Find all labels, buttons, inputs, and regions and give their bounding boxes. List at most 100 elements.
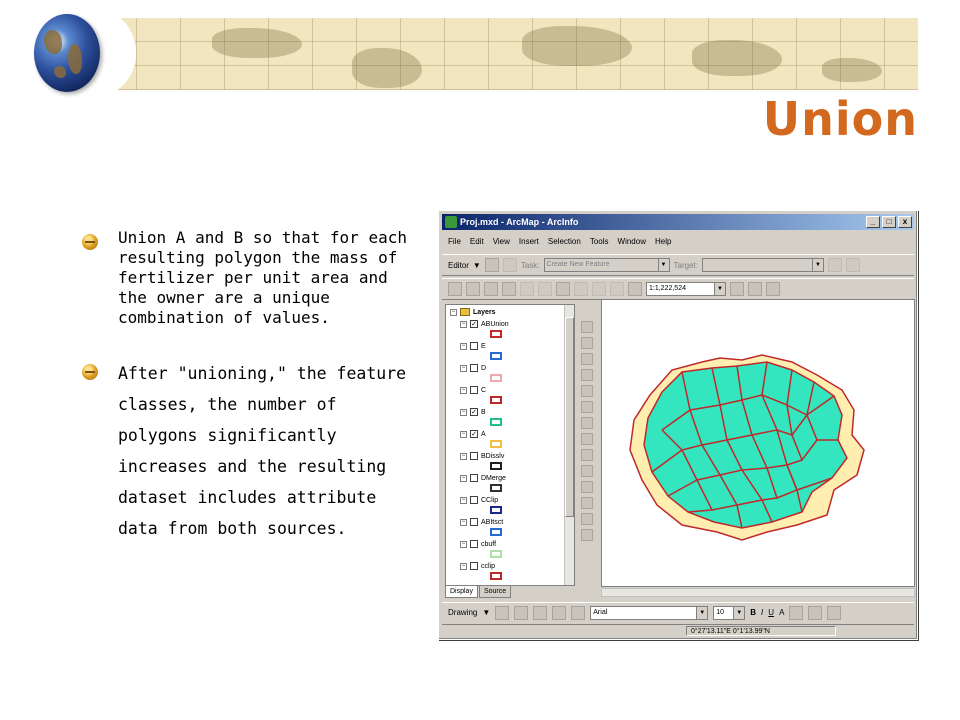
select-features-icon[interactable] bbox=[581, 449, 593, 461]
edit-vertices-icon[interactable] bbox=[571, 605, 586, 620]
menu-tools[interactable]: Tools bbox=[590, 237, 609, 246]
copy-icon[interactable] bbox=[538, 282, 552, 296]
collapse-icon[interactable]: − bbox=[460, 452, 467, 460]
layer-visibility-checkbox[interactable] bbox=[470, 364, 478, 372]
layer-visibility-checkbox[interactable] bbox=[470, 562, 478, 570]
underline-button[interactable]: U bbox=[768, 608, 774, 617]
layer-visibility-checkbox[interactable] bbox=[470, 540, 478, 548]
collapse-icon[interactable]: − bbox=[460, 386, 467, 394]
open-folder-icon[interactable] bbox=[466, 282, 480, 296]
zoom-in-icon[interactable] bbox=[581, 321, 593, 333]
font-size-select[interactable]: 10 ▼ bbox=[713, 605, 746, 620]
fixed-zoom-out-icon[interactable] bbox=[581, 369, 593, 381]
cut-icon[interactable] bbox=[520, 282, 534, 296]
collapse-icon[interactable]: − bbox=[460, 496, 467, 504]
close-button[interactable]: x bbox=[898, 216, 912, 228]
toc-layer-b[interactable]: − ✓ B bbox=[460, 407, 486, 417]
pan-icon[interactable] bbox=[581, 385, 593, 397]
task-select[interactable]: Create New Feature ▼ bbox=[543, 258, 670, 272]
zoom-out-icon[interactable] bbox=[581, 337, 593, 349]
tab-source[interactable]: Source bbox=[478, 586, 512, 598]
maximize-button[interactable]: □ bbox=[882, 216, 896, 228]
select-pointer-icon[interactable] bbox=[495, 605, 510, 620]
split-tool-icon[interactable] bbox=[827, 258, 842, 272]
toc-layer-cbuff[interactable]: − cbuff bbox=[460, 539, 496, 549]
back-extent-icon[interactable] bbox=[581, 417, 593, 429]
menu-selection[interactable]: Selection bbox=[548, 237, 581, 246]
measure-icon[interactable] bbox=[581, 513, 593, 525]
collapse-icon[interactable]: − bbox=[460, 474, 467, 482]
select-elements-icon[interactable] bbox=[581, 465, 593, 477]
drawing-menu[interactable]: Drawing bbox=[448, 608, 477, 617]
collapse-icon[interactable]: − bbox=[460, 342, 467, 350]
layer-visibility-checkbox[interactable] bbox=[470, 474, 478, 482]
undo-icon[interactable] bbox=[592, 282, 606, 296]
rotate-tool-icon[interactable] bbox=[845, 258, 860, 272]
toc-layer-dmerge[interactable]: − DMerge bbox=[460, 473, 506, 483]
toc-layer-cclip[interactable]: − CClip bbox=[460, 495, 498, 505]
toc-layer-abitsct[interactable]: − ABItsct bbox=[460, 517, 503, 527]
rectangle-icon[interactable] bbox=[533, 605, 548, 620]
map-scale-input[interactable]: 1:1,222,524 ▼ bbox=[646, 282, 726, 296]
chevron-down-icon[interactable]: ▼ bbox=[473, 261, 481, 270]
hyperlink-icon[interactable] bbox=[581, 529, 593, 541]
bold-button[interactable]: B bbox=[750, 608, 756, 617]
forward-extent-icon[interactable] bbox=[581, 433, 593, 445]
layer-visibility-checkbox[interactable] bbox=[470, 342, 478, 350]
toc-layer-bdisslv[interactable]: − BDisslv bbox=[460, 451, 504, 461]
editor-menu[interactable]: Editor bbox=[448, 261, 469, 270]
layer-visibility-checkbox[interactable] bbox=[470, 496, 478, 504]
line-color-icon[interactable] bbox=[808, 605, 823, 620]
toc-layer-e[interactable]: − E bbox=[460, 341, 486, 351]
toc-root-layers[interactable]: − Layers bbox=[450, 307, 496, 317]
menu-edit[interactable]: Edit bbox=[470, 237, 484, 246]
layer-visibility-checkbox[interactable] bbox=[470, 386, 478, 394]
font-color-button[interactable]: A bbox=[779, 608, 784, 617]
delete-icon[interactable] bbox=[574, 282, 588, 296]
text-icon[interactable] bbox=[552, 605, 567, 620]
map-display[interactable] bbox=[601, 299, 915, 587]
italic-button[interactable]: I bbox=[761, 608, 763, 617]
add-data-icon[interactable] bbox=[628, 282, 642, 296]
redo-icon[interactable] bbox=[610, 282, 624, 296]
tab-display[interactable]: Display bbox=[445, 586, 478, 598]
layer-visibility-checkbox[interactable]: ✓ bbox=[470, 408, 478, 416]
editor-toolbar-icon[interactable] bbox=[730, 282, 744, 296]
edit-tool-icon[interactable] bbox=[484, 258, 499, 272]
whats-this-help-icon[interactable] bbox=[766, 282, 780, 296]
sketch-tool-icon[interactable] bbox=[502, 258, 517, 272]
marker-color-icon[interactable] bbox=[827, 605, 842, 620]
layer-visibility-checkbox[interactable] bbox=[470, 452, 478, 460]
map-scrollbar[interactable] bbox=[601, 588, 915, 597]
font-select[interactable]: Arial ▼ bbox=[590, 605, 709, 620]
arctoolbox-icon[interactable] bbox=[748, 282, 762, 296]
toc-layer-d[interactable]: − D bbox=[460, 363, 486, 373]
layer-visibility-checkbox[interactable] bbox=[470, 518, 478, 526]
collapse-icon[interactable]: − bbox=[460, 540, 467, 548]
collapse-icon[interactable]: − bbox=[460, 518, 467, 526]
print-icon[interactable] bbox=[502, 282, 516, 296]
save-icon[interactable] bbox=[484, 282, 498, 296]
layer-visibility-checkbox[interactable]: ✓ bbox=[470, 430, 478, 438]
menu-view[interactable]: View bbox=[493, 237, 510, 246]
new-document-icon[interactable] bbox=[448, 282, 462, 296]
collapse-icon[interactable]: − bbox=[460, 364, 467, 372]
collapse-icon[interactable]: − bbox=[460, 320, 467, 328]
menu-help[interactable]: Help bbox=[655, 237, 671, 246]
toc-layer-c[interactable]: − C bbox=[460, 385, 486, 395]
paste-icon[interactable] bbox=[556, 282, 570, 296]
fill-color-icon[interactable] bbox=[789, 605, 804, 620]
collapse-icon[interactable]: − bbox=[460, 562, 467, 570]
full-extent-icon[interactable] bbox=[581, 401, 593, 413]
collapse-icon[interactable]: − bbox=[460, 430, 467, 438]
layer-visibility-checkbox[interactable]: ✓ bbox=[470, 320, 478, 328]
menu-file[interactable]: File bbox=[448, 237, 461, 246]
toc-scrollbar[interactable] bbox=[564, 305, 574, 585]
menu-window[interactable]: Window bbox=[618, 237, 646, 246]
toc-layer-cclip[interactable]: − cclip bbox=[460, 561, 495, 571]
toc-layer-a[interactable]: − ✓ A bbox=[460, 429, 486, 439]
identify-icon[interactable] bbox=[581, 481, 593, 493]
collapse-icon[interactable]: − bbox=[460, 408, 467, 416]
toc-layer-abunion[interactable]: − ✓ ABUnion bbox=[460, 319, 509, 329]
rotate-icon[interactable] bbox=[514, 605, 529, 620]
